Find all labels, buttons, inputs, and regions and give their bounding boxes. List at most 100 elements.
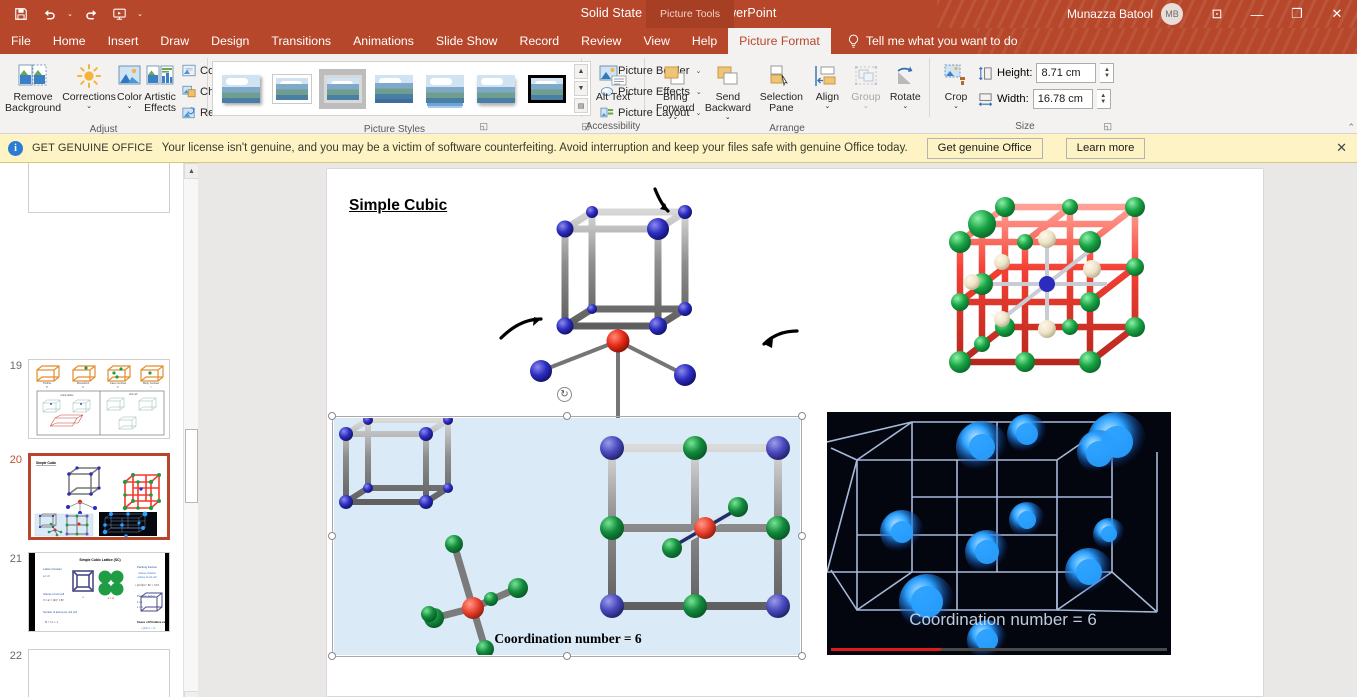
picture-style-2[interactable] [319,68,366,109]
bring-forward-button[interactable]: Bring Forward ⌄ [649,57,702,122]
current-slide[interactable]: Simple Cubic Coordination number = 6 ↻ C… [327,169,1263,696]
picture-styles-gallery[interactable]: ▲ ▼ ▤ [212,61,591,116]
slide-thumbnail-card-21[interactable]: Simple Cubic Lattice (SC) Lattice Consta… [28,552,170,632]
group-label-accessibility: Accessibility [585,121,641,132]
group-caret-icon[interactable]: ⌄ [863,103,869,111]
artistic-effects-button[interactable]: Artistic Effects [143,57,177,114]
picture-style-4[interactable] [421,69,468,109]
thumbnail-slide-22[interactable]: 22 [0,649,170,697]
svg-text:Packing fraction: Packing fraction [137,565,157,569]
align-button[interactable]: Align ⌄ [809,57,847,111]
slide-edit-area[interactable]: Simple Cubic Coordination number = 6 ↻ C… [198,163,1357,697]
selection-handle-bottom-center[interactable] [563,652,571,660]
slide-thumbnail-card-22[interactable] [28,649,170,697]
picture-styles-dialog-launcher-icon[interactable]: ◱ [479,121,488,132]
thumbnail-pane-scrollbar[interactable]: ▲ ▼ [183,163,199,697]
workspace: 18 19 [0,163,1357,697]
height-input[interactable]: 8.71 cm [1036,63,1097,83]
svg-text:Monoclinic: Monoclinic [77,381,90,385]
slide-thumbnail-card-19[interactable]: Triclinic Monoclinic Face Centred Body Cen… [28,359,170,439]
titlebar-right-cluster: Munazza Batool MB ⊡ — ❐ ✕ [1067,0,1357,28]
thumbnail-slide-18[interactable]: 18 [0,163,170,213]
minimize-button[interactable]: — [1237,0,1277,28]
coordination-number-video-picture[interactable]: Coordination number = 6 [827,412,1171,655]
ribbon-collapse-icon[interactable]: ⌃ [1347,122,1355,133]
alt-text-button[interactable]: Alt Text [586,57,640,103]
send-backward-caret-icon[interactable]: ⌄ [725,114,731,122]
tab-animations[interactable]: Animations [342,28,425,54]
corrections-caret-icon[interactable]: ⌄ [86,103,92,111]
thumbnail-slide-21[interactable]: 21 Simple Cubic Lattice (SC) Lattice Con… [0,552,170,632]
height-spinner[interactable]: ▲ ▼ [1100,63,1115,83]
slide-title[interactable]: Simple Cubic [349,197,447,215]
shape-height-field[interactable]: Height: 8.71 cm ▲ ▼ [978,62,1115,84]
tab-record[interactable]: Record [508,28,570,54]
change-picture-icon [182,85,196,98]
selection-handle-middle-left[interactable] [328,532,336,540]
bring-forward-caret-icon[interactable]: ⌄ [672,114,678,122]
tab-view[interactable]: View [632,28,680,54]
color-button[interactable]: Color ⌄ [116,57,143,111]
ribbon-display-options-icon[interactable]: ⊡ [1197,0,1237,28]
remove-background-button[interactable]: Remove Background [4,57,62,114]
selection-pane-label: Selection Pane [759,91,803,114]
selection-handle-bottom-right[interactable] [798,652,806,660]
send-backward-button[interactable]: Send Backward ⌄ [702,57,755,122]
rotate-caret-icon[interactable]: ⌄ [902,103,908,111]
svg-text:a = 2r: a = 2r [137,606,143,609]
picture-style-1[interactable] [268,69,315,109]
selection-handle-top-left[interactable] [328,412,336,420]
tab-help[interactable]: Help [681,28,728,54]
crop-caret-icon[interactable]: ⌄ [953,103,959,111]
width-input[interactable]: 16.78 cm [1032,89,1093,109]
tab-draw[interactable]: Draw [149,28,200,54]
green-red-cubic-lattice-figure[interactable] [927,187,1182,402]
tab-review[interactable]: Review [570,28,632,54]
group-button[interactable]: Group ⌄ [846,57,885,111]
thumbnail-scroll-down-button[interactable]: ▼ [184,691,199,697]
accessibility-dialog-launcher-icon[interactable]: ◱ [581,121,590,132]
thumbnail-scroll-up-button[interactable]: ▲ [184,163,199,179]
close-notification-button[interactable]: ✕ [1336,140,1349,156]
slide-thumbnail-pane[interactable]: 18 19 [0,163,183,697]
picture-style-6-selected[interactable] [523,69,570,109]
size-dialog-launcher-icon[interactable]: ◱ [1103,121,1112,132]
tab-slide-show[interactable]: Slide Show [425,28,509,54]
tab-transitions[interactable]: Transitions [260,28,342,54]
picture-style-3[interactable] [370,69,417,109]
slide-thumbnail-card-18[interactable] [28,163,170,213]
tab-insert[interactable]: Insert [97,28,150,54]
rotate-button[interactable]: Rotate ⌄ [886,57,925,111]
thumbnail-scrollbar-thumb[interactable] [185,429,198,503]
group-label: Group [851,91,881,103]
restore-button[interactable]: ❐ [1277,0,1317,28]
color-caret-icon[interactable]: ⌄ [127,103,133,111]
selection-handle-middle-right[interactable] [798,532,806,540]
thumbnail-slide-19[interactable]: 19 Triclinic Monoclinic Face Centred Bod… [0,359,170,439]
tab-design[interactable]: Design [200,28,260,54]
tab-file[interactable]: File [0,28,42,54]
tell-me-search[interactable]: Tell me what you want to do [831,28,1018,54]
selection-handle-bottom-left[interactable] [328,652,336,660]
slide-thumbnail-card-20-selected[interactable]: Simple Cubic [28,453,170,540]
align-caret-icon[interactable]: ⌄ [824,103,830,111]
crop-button[interactable]: Crop ⌄ [934,57,978,111]
tab-picture-format[interactable]: Picture Format [728,28,831,54]
get-genuine-office-button[interactable]: Get genuine Office [926,137,1043,159]
shape-width-field[interactable]: Width: 16.78 cm ▲ ▼ [978,88,1114,110]
tab-home[interactable]: Home [42,28,97,54]
picture-style-0[interactable] [217,69,264,109]
picture-selection-frame [332,416,802,657]
corrections-button[interactable]: Corrections ⌄ [62,57,116,111]
learn-more-button[interactable]: Learn more [1065,137,1146,159]
simple-cubic-rotation-figure[interactable] [497,179,807,444]
picture-style-5[interactable] [472,69,519,109]
selection-handle-top-right[interactable] [798,412,806,420]
avatar[interactable]: MB [1161,3,1183,25]
width-spinner[interactable]: ▲ ▼ [1096,89,1111,109]
picture-rotate-handle[interactable]: ↻ [557,387,572,402]
close-button[interactable]: ✕ [1317,0,1357,28]
selection-pane-button[interactable]: Selection Pane [754,57,808,114]
thumbnail-slide-20[interactable]: 20 Simple Cubic [0,453,170,540]
selection-handle-top-center[interactable] [563,412,571,420]
